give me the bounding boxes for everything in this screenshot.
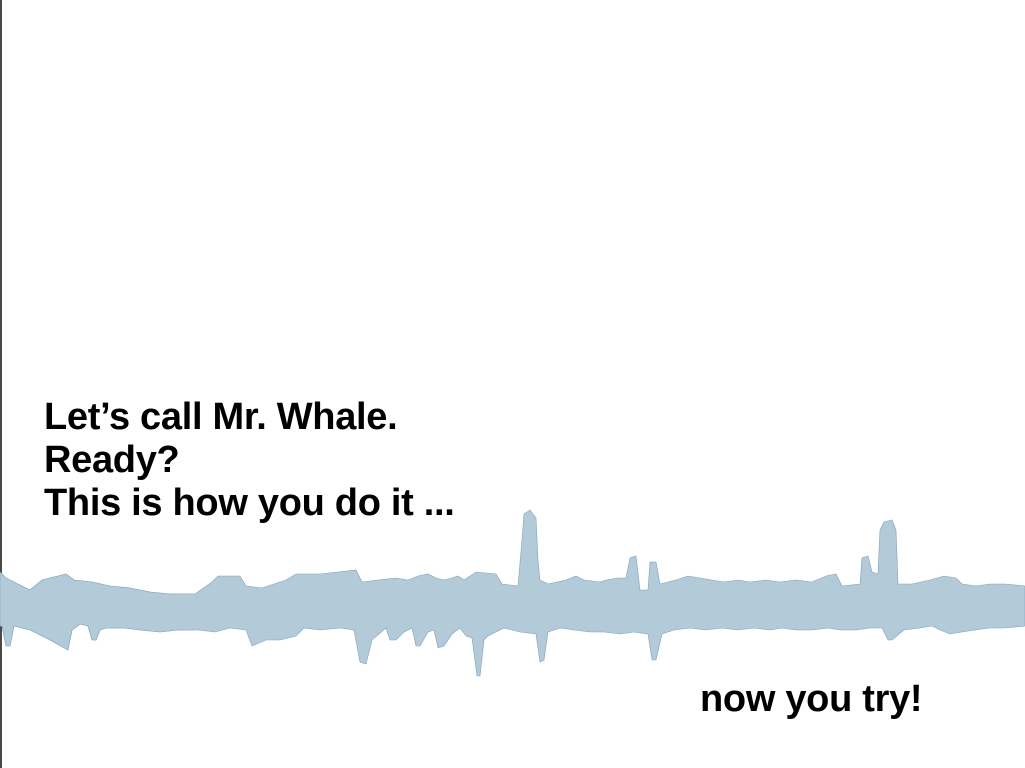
now-you-try-prompt: now you try! bbox=[700, 678, 923, 720]
instruction-line-1: Let’s call Mr. Whale. bbox=[44, 396, 398, 438]
whale-call-waveform[interactable] bbox=[0, 500, 1025, 690]
waveform-shape bbox=[0, 509, 1025, 677]
whale-call-screen: Let’s call Mr. Whale. Ready? This is how… bbox=[0, 0, 1025, 768]
instruction-line-2: Ready? bbox=[44, 439, 180, 481]
